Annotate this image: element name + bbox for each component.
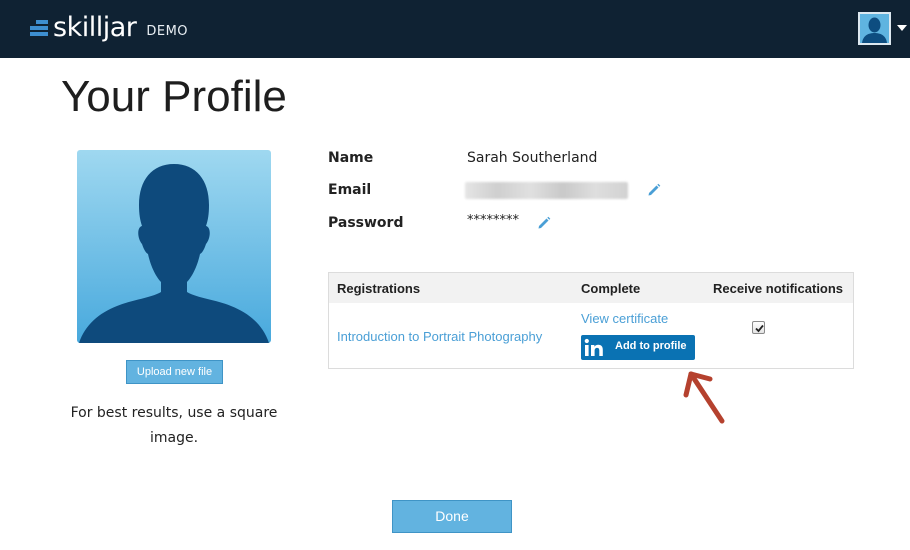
- password-value: ********: [467, 213, 519, 228]
- chevron-down-icon[interactable]: [897, 25, 907, 31]
- pencil-icon[interactable]: [537, 216, 551, 230]
- checkmark-icon: [755, 324, 764, 333]
- profile-photo: [77, 150, 271, 343]
- logo-mark-icon: [30, 18, 50, 38]
- linkedin-icon: [583, 337, 605, 358]
- user-avatar-button[interactable]: [858, 12, 891, 45]
- email-label: Email: [328, 182, 372, 198]
- course-link[interactable]: Introduction to Portrait Photography: [337, 329, 542, 344]
- pencil-icon[interactable]: [647, 183, 661, 197]
- name-value: Sarah Southerland: [467, 150, 598, 166]
- receive-notifications-checkbox[interactable]: [752, 321, 765, 334]
- page-title: Your Profile: [61, 72, 287, 121]
- done-button[interactable]: Done: [392, 500, 512, 533]
- password-label: Password: [328, 215, 404, 231]
- brand-suffix: DEMO: [146, 24, 189, 39]
- linkedin-button-label: Add to profile: [615, 340, 687, 352]
- column-header-complete: Complete: [581, 281, 641, 296]
- user-silhouette-icon: [77, 150, 271, 343]
- column-header-notifications: Receive notifications: [713, 281, 844, 296]
- brand-name: skilljar: [53, 12, 137, 43]
- email-value-redacted: [465, 182, 628, 199]
- registrations-table: Registrations Complete Receive notificat…: [328, 272, 854, 369]
- user-silhouette-icon: [860, 14, 889, 43]
- annotation-arrow-icon: [683, 371, 725, 424]
- upload-new-file-button[interactable]: Upload new file: [126, 360, 223, 384]
- skilljar-logo[interactable]: skilljar DEMO: [30, 13, 188, 43]
- photo-hint-text: For best results, use a square image.: [70, 405, 278, 446]
- table-header-row: Registrations Complete Receive notificat…: [329, 273, 853, 303]
- column-header-registrations: Registrations: [337, 281, 421, 296]
- view-certificate-link[interactable]: View certificate: [581, 311, 668, 326]
- top-navigation-bar: skilljar DEMO: [0, 0, 910, 58]
- name-label: Name: [328, 150, 374, 166]
- linkedin-add-to-profile-button[interactable]: Add to profile: [581, 335, 695, 360]
